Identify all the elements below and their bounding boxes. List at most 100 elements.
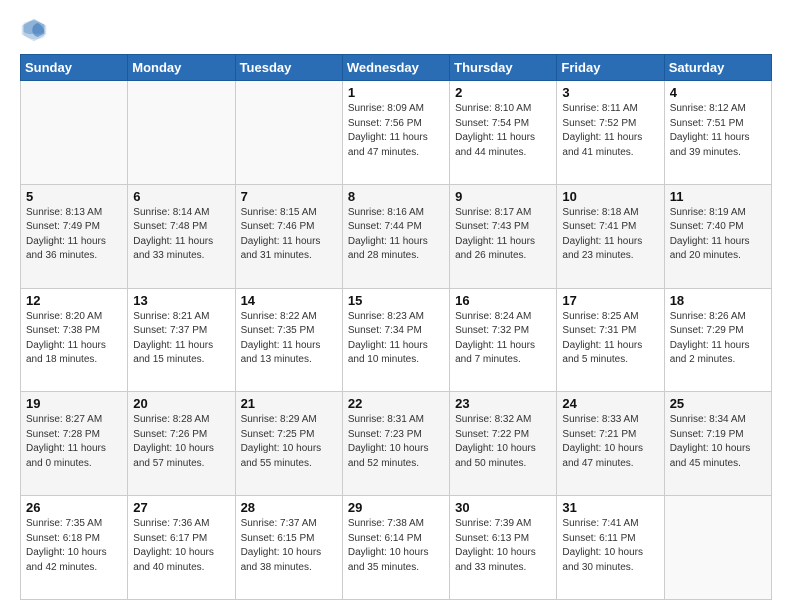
day-info: Sunrise: 8:33 AM Sunset: 7:21 PM Dayligh… [562,413,658,471]
day-info: Sunrise: 8:32 AM Sunset: 7:22 PM Dayligh… [455,413,551,471]
logo-icon [20,16,48,44]
day-info: Sunrise: 8:29 AM Sunset: 7:25 PM Dayligh… [241,413,337,471]
day-number: 26 [26,500,122,515]
day-info: Sunrise: 7:39 AM Sunset: 6:13 PM Dayligh… [455,517,551,575]
calendar-cell: 12Sunrise: 8:20 AM Sunset: 7:38 PM Dayli… [21,288,128,392]
calendar-cell: 23 Sunrise: 8:32 AM Sunset: 7:22 PM Dayli… [450,392,557,496]
day-info: Sunrise: 7:37 AM Sunset: 6:15 PM Dayligh… [241,517,337,575]
calendar-header-row: SundayMondayTuesdayWednesdayThursdayFrid… [21,55,772,81]
calendar-cell: 1Sunrise: 8:09 AM Sunset: 7:56 PM Daylig… [342,81,449,185]
day-info: Sunrise: 8:25 AM Sunset: 7:31 PM Dayligh… [562,310,658,368]
calendar-cell: 10Sunrise: 8:18 AM Sunset: 7:41 PM Dayli… [557,184,664,288]
day-number: 5 [26,189,122,204]
day-info: Sunrise: 8:19 AM Sunset: 7:40 PM Dayligh… [670,206,766,264]
calendar-week-row: 5 Sunrise: 8:13 AM Sunset: 7:49 PM Daylig… [21,184,772,288]
calendar-table: SundayMondayTuesdayWednesdayThursdayFrid… [20,54,772,600]
day-info: Sunrise: 8:31 AM Sunset: 7:23 PM Dayligh… [348,413,444,471]
calendar-cell [235,81,342,185]
calendar-cell: 5 Sunrise: 8:13 AM Sunset: 7:49 PM Daylig… [21,184,128,288]
day-info: Sunrise: 8:23 AM Sunset: 7:34 PM Dayligh… [348,310,444,368]
day-number: 21 [241,396,337,411]
day-number: 6 [133,189,229,204]
logo [20,16,52,44]
day-info: Sunrise: 7:41 AM Sunset: 6:11 PM Dayligh… [562,517,658,575]
day-number: 29 [348,500,444,515]
day-info: Sunrise: 8:28 AM Sunset: 7:26 PM Dayligh… [133,413,229,471]
col-header-tuesday: Tuesday [235,55,342,81]
calendar-cell [21,81,128,185]
calendar-cell [664,496,771,600]
calendar-cell [128,81,235,185]
calendar-cell: 29 Sunrise: 7:38 AM Sunset: 6:14 PM Dayli… [342,496,449,600]
calendar-cell: 18Sunrise: 8:26 AM Sunset: 7:29 PM Dayli… [664,288,771,392]
day-number: 9 [455,189,551,204]
calendar-cell: 2Sunrise: 8:10 AM Sunset: 7:54 PM Daylig… [450,81,557,185]
day-number: 23 [455,396,551,411]
calendar-cell: 13Sunrise: 8:21 AM Sunset: 7:37 PM Dayli… [128,288,235,392]
col-header-sunday: Sunday [21,55,128,81]
calendar-cell: 17 Sunrise: 8:25 AM Sunset: 7:31 PM Dayli… [557,288,664,392]
calendar-week-row: 19 Sunrise: 8:27 AM Sunset: 7:28 PM Dayli… [21,392,772,496]
calendar-cell: 30 Sunrise: 7:39 AM Sunset: 6:13 PM Dayli… [450,496,557,600]
day-number: 24 [562,396,658,411]
day-info: Sunrise: 8:15 AM Sunset: 7:46 PM Dayligh… [241,206,337,264]
calendar-cell: 22Sunrise: 8:31 AM Sunset: 7:23 PM Dayli… [342,392,449,496]
calendar-cell: 7Sunrise: 8:15 AM Sunset: 7:46 PM Daylig… [235,184,342,288]
day-number: 14 [241,293,337,308]
calendar-cell: 20Sunrise: 8:28 AM Sunset: 7:26 PM Dayli… [128,392,235,496]
calendar-cell: 31 Sunrise: 7:41 AM Sunset: 6:11 PM Dayli… [557,496,664,600]
calendar-week-row: 1Sunrise: 8:09 AM Sunset: 7:56 PM Daylig… [21,81,772,185]
calendar-cell: 19 Sunrise: 8:27 AM Sunset: 7:28 PM Dayli… [21,392,128,496]
day-info: Sunrise: 8:12 AM Sunset: 7:51 PM Dayligh… [670,102,766,160]
calendar-cell: 26 Sunrise: 7:35 AM Sunset: 6:18 PM Dayli… [21,496,128,600]
col-header-thursday: Thursday [450,55,557,81]
calendar-cell: 24 Sunrise: 8:33 AM Sunset: 7:21 PM Dayli… [557,392,664,496]
day-info: Sunrise: 8:24 AM Sunset: 7:32 PM Dayligh… [455,310,551,368]
day-number: 17 [562,293,658,308]
page: SundayMondayTuesdayWednesdayThursdayFrid… [0,0,792,612]
day-info: Sunrise: 7:38 AM Sunset: 6:14 PM Dayligh… [348,517,444,575]
calendar-cell: 9 Sunrise: 8:17 AM Sunset: 7:43 PM Daylig… [450,184,557,288]
day-info: Sunrise: 7:36 AM Sunset: 6:17 PM Dayligh… [133,517,229,575]
day-number: 11 [670,189,766,204]
header [20,16,772,44]
calendar-cell: 6 Sunrise: 8:14 AM Sunset: 7:48 PM Daylig… [128,184,235,288]
calendar-cell: 25Sunrise: 8:34 AM Sunset: 7:19 PM Dayli… [664,392,771,496]
day-number: 30 [455,500,551,515]
day-info: Sunrise: 8:22 AM Sunset: 7:35 PM Dayligh… [241,310,337,368]
day-info: Sunrise: 8:14 AM Sunset: 7:48 PM Dayligh… [133,206,229,264]
calendar-cell: 21 Sunrise: 8:29 AM Sunset: 7:25 PM Dayli… [235,392,342,496]
day-info: Sunrise: 8:13 AM Sunset: 7:49 PM Dayligh… [26,206,122,264]
day-number: 19 [26,396,122,411]
day-number: 4 [670,85,766,100]
day-info: Sunrise: 8:18 AM Sunset: 7:41 PM Dayligh… [562,206,658,264]
calendar-cell: 27 Sunrise: 7:36 AM Sunset: 6:17 PM Dayli… [128,496,235,600]
calendar-week-row: 12Sunrise: 8:20 AM Sunset: 7:38 PM Dayli… [21,288,772,392]
col-header-friday: Friday [557,55,664,81]
day-info: Sunrise: 8:17 AM Sunset: 7:43 PM Dayligh… [455,206,551,264]
calendar-cell: 15 Sunrise: 8:23 AM Sunset: 7:34 PM Dayli… [342,288,449,392]
day-number: 31 [562,500,658,515]
col-header-saturday: Saturday [664,55,771,81]
day-info: Sunrise: 8:16 AM Sunset: 7:44 PM Dayligh… [348,206,444,264]
col-header-wednesday: Wednesday [342,55,449,81]
day-number: 16 [455,293,551,308]
day-number: 15 [348,293,444,308]
day-number: 2 [455,85,551,100]
day-info: Sunrise: 8:27 AM Sunset: 7:28 PM Dayligh… [26,413,122,471]
day-info: Sunrise: 8:20 AM Sunset: 7:38 PM Dayligh… [26,310,122,368]
col-header-monday: Monday [128,55,235,81]
day-info: Sunrise: 8:34 AM Sunset: 7:19 PM Dayligh… [670,413,766,471]
calendar-week-row: 26 Sunrise: 7:35 AM Sunset: 6:18 PM Dayli… [21,496,772,600]
calendar-cell: 11 Sunrise: 8:19 AM Sunset: 7:40 PM Dayli… [664,184,771,288]
calendar-cell: 3 Sunrise: 8:11 AM Sunset: 7:52 PM Daylig… [557,81,664,185]
calendar-cell: 14 Sunrise: 8:22 AM Sunset: 7:35 PM Dayli… [235,288,342,392]
day-info: Sunrise: 8:21 AM Sunset: 7:37 PM Dayligh… [133,310,229,368]
day-number: 27 [133,500,229,515]
day-number: 1 [348,85,444,100]
day-info: Sunrise: 8:11 AM Sunset: 7:52 PM Dayligh… [562,102,658,160]
day-number: 3 [562,85,658,100]
day-info: Sunrise: 7:35 AM Sunset: 6:18 PM Dayligh… [26,517,122,575]
calendar-cell: 4 Sunrise: 8:12 AM Sunset: 7:51 PM Daylig… [664,81,771,185]
calendar-cell: 16 Sunrise: 8:24 AM Sunset: 7:32 PM Dayli… [450,288,557,392]
